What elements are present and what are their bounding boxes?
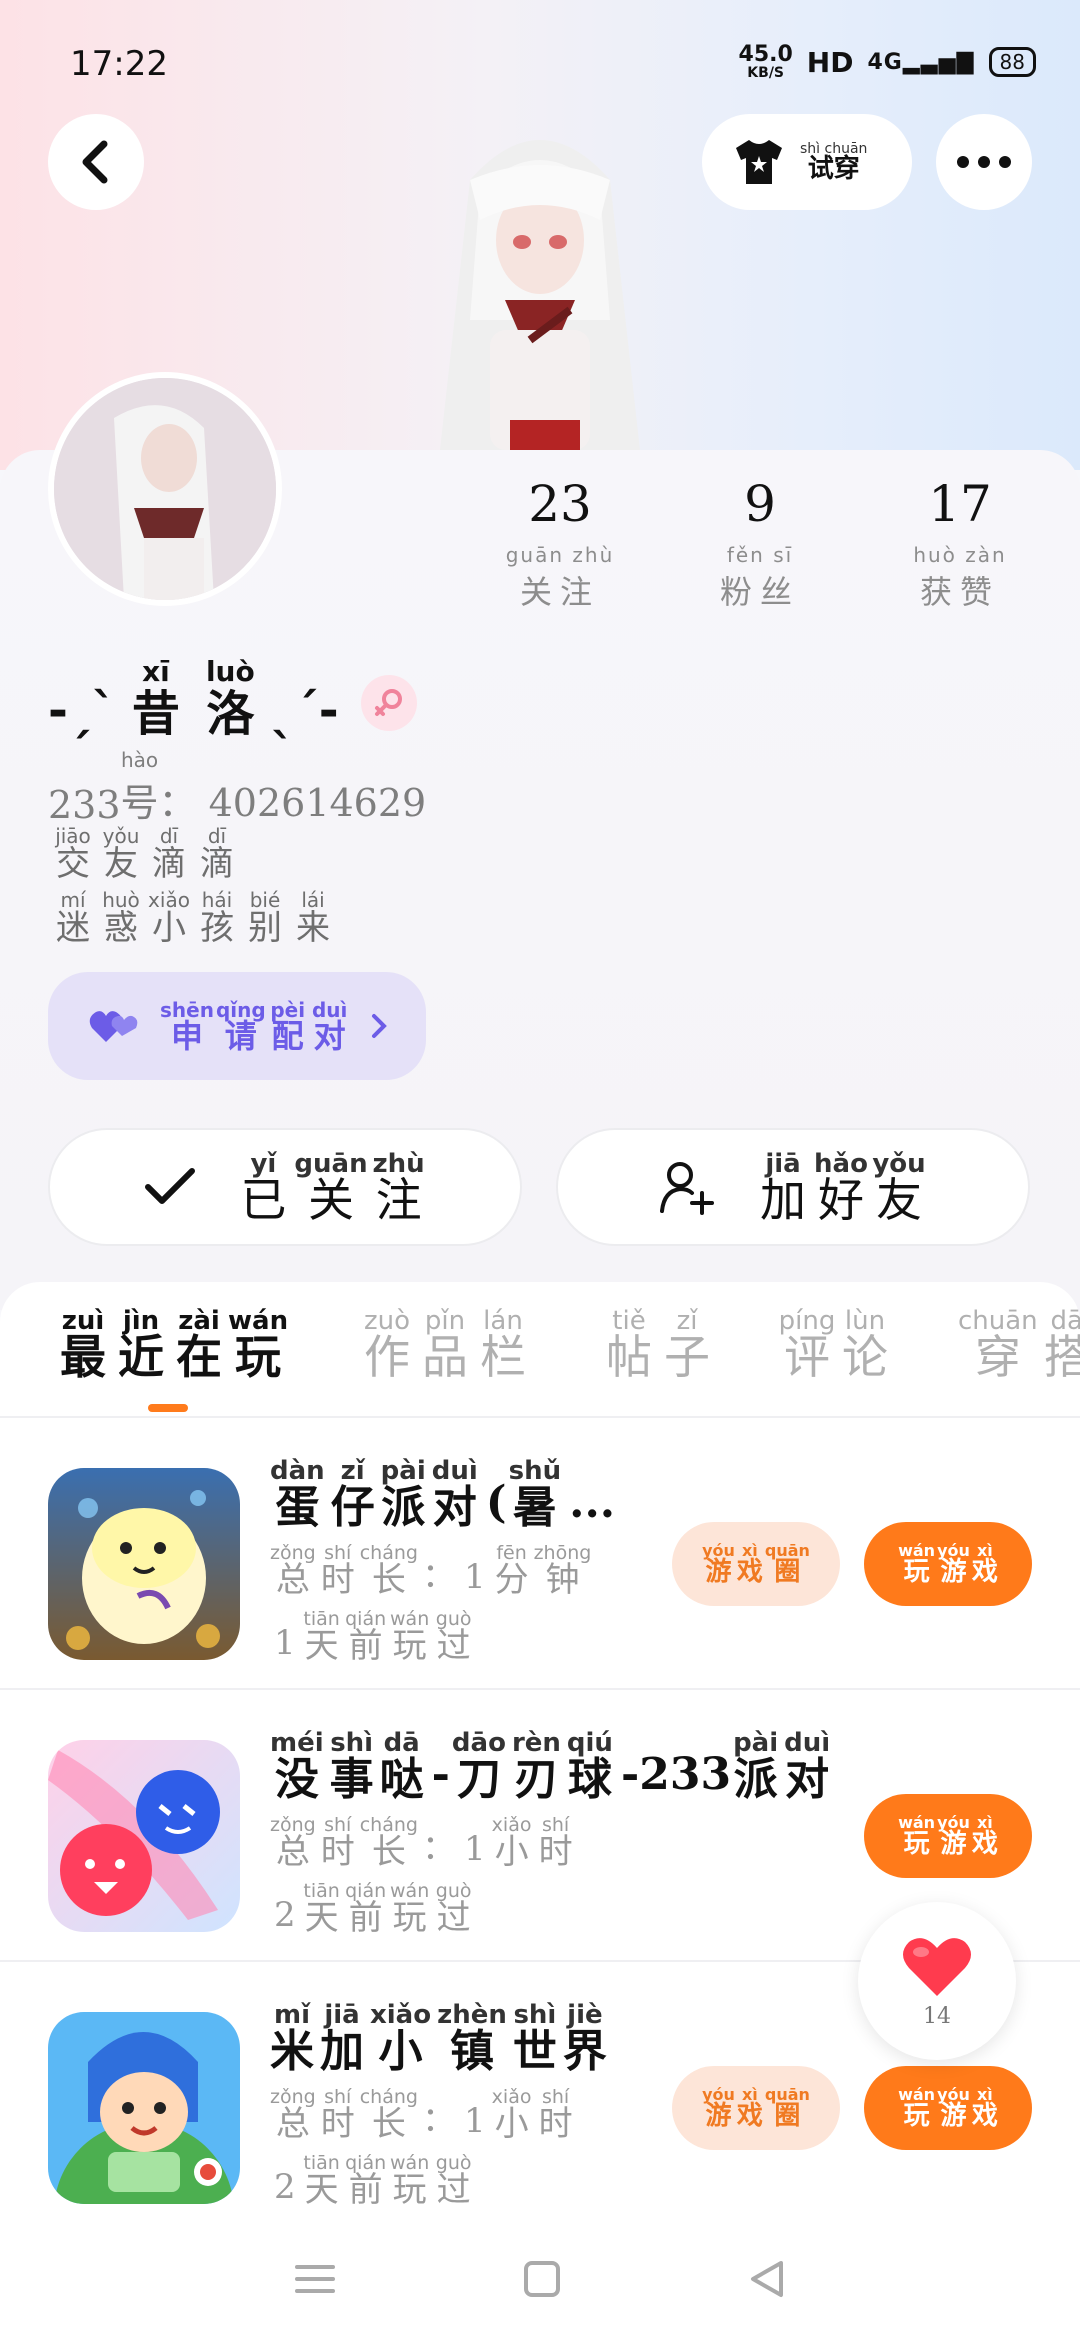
try-on-button[interactable]: shì chuān 试穿 (702, 114, 912, 210)
signal-icon: 4G▂▃▅▇ (867, 49, 975, 75)
followed-label: yǐ 已 guān 关 zhù 注 (240, 1149, 425, 1227)
recent-games-list: dàn 蛋 zǐ 仔 pài 派 duì 对 ( shǔ 暑 ... zǒng 总 shí 时… (0, 1418, 1080, 2218)
profile-stats: 23 guān zhù 关注 9 fěn sī 粉丝 17 huò zàn 获赞 (460, 475, 1060, 613)
stat-followers[interactable]: 9 fěn sī 粉丝 (660, 475, 860, 613)
checkmark-icon (145, 1168, 196, 1204)
menu-icon[interactable] (293, 2261, 337, 2297)
request-pairing-button[interactable]: shēn 申 qǐng 请 pèi 配 duì 对 (48, 972, 426, 1080)
game-circle-button[interactable]: yóu 游 xì 戏 quān 圈 (672, 1522, 840, 1606)
play-game-button[interactable]: wán 玩 yóu 游 xì 戏 (864, 2066, 1032, 2150)
game-title[interactable]: mǐ 米 jiā 加 xiǎo 小 zhèn 镇 shì 世 jiè 界 (270, 2002, 613, 2076)
chevron-left-icon (82, 140, 108, 184)
avatar-image (54, 378, 276, 600)
nickname-char: xī 昔 (131, 655, 180, 742)
status-indicators: 45.0 KB/S HD 4G▂▃▅▇ 88 (739, 44, 1036, 80)
last-played: 2 tiān 天 qián 前 wán 玩 guò 过 (274, 1880, 472, 1938)
character-avatar-3d (440, 140, 640, 460)
like-count: 14 (923, 2003, 951, 2029)
female-gender-icon (360, 674, 417, 731)
tab-recently-playing[interactable]: zuì 最 jìn 近 zài 在 wán 玩 (54, 1308, 288, 1380)
add-friend-label: jiā 加 hǎo 好 yǒu 友 (760, 1149, 926, 1227)
play-game-button[interactable]: wán 玩 yóu 游 xì 戏 (864, 1522, 1032, 1606)
tab-works[interactable]: zuò 作 pǐn 品 lán 栏 (358, 1308, 532, 1380)
nickname-char: luò 洛 (205, 655, 255, 742)
game-circle-button[interactable]: yóu 游 xì 戏 quān 圈 (672, 2066, 840, 2150)
system-navigation-bar (0, 2218, 1080, 2340)
double-heart-icon (89, 1011, 138, 1042)
profile-tabs: zuì 最 jìn 近 zài 在 wán 玩 zuò 作 pǐn 品 lán 栏 tiě 帖 … (0, 1282, 1080, 1418)
stat-likes[interactable]: 17 huò zàn 获赞 (860, 475, 1060, 613)
profile-nickname: -ˏˋ xī 昔 luò 洛 ˎˊ- (48, 655, 417, 741)
stat-following[interactable]: 23 guān zhù 关注 (460, 475, 660, 613)
followed-button[interactable]: yǐ 已 guān 关 zhù 注 (48, 1128, 522, 1246)
last-played: 1 tiān 天 qián 前 wán 玩 guò 过 (274, 1608, 472, 1666)
game-icon-miga-town[interactable] (48, 2012, 240, 2204)
tab-comments[interactable]: píng 评 lùn 论 (778, 1308, 894, 1380)
game-icon-egg-party[interactable] (48, 1468, 240, 1660)
like-button[interactable]: 14 (858, 1902, 1016, 2060)
tshirt-icon (736, 140, 782, 184)
try-on-label: shì chuān 试穿 (800, 141, 868, 184)
add-user-icon (660, 1162, 714, 1215)
game-title[interactable]: méi 没 shì 事 dā 哒 - dāo 刀 rèn 刃 qiú 球 -233 pài 派… (270, 1730, 836, 1804)
total-play-time: zǒng 总 shí 时 cháng 长 ： 1 fēn 分 zhōng 钟 (270, 1542, 592, 1600)
list-item[interactable]: dàn 蛋 zǐ 仔 pài 派 duì 对 ( shǔ 暑 ... zǒng 总 shí 时… (0, 1418, 1080, 1690)
more-options-button[interactable] (936, 114, 1032, 210)
user-id: 233 hào 号 ： 402614629 (48, 748, 427, 827)
game-title[interactable]: dàn 蛋 zǐ 仔 pài 派 duì 对 ( shǔ 暑 ... (270, 1458, 617, 1532)
total-play-time: zǒng 总 shí 时 cháng 长 ： 1 xiǎo 小 shí 时 (270, 1814, 573, 1872)
hd-indicator: HD (806, 45, 854, 79)
profile-avatar[interactable] (48, 372, 282, 606)
active-tab-indicator (148, 1404, 188, 1412)
game-icon-blade-ball[interactable] (48, 1740, 240, 1932)
more-dots-icon (957, 156, 1011, 168)
status-time: 17:22 (70, 44, 168, 84)
tab-outfits[interactable]: chuān 穿 dā 搭 (958, 1308, 1080, 1380)
tab-posts[interactable]: tiě 帖 zǐ 子 (600, 1308, 716, 1380)
battery-icon: 88 (988, 47, 1036, 77)
back-triangle-icon[interactable] (747, 2259, 787, 2299)
chevron-right-icon (371, 1014, 387, 1038)
status-bar: 17:22 45.0 KB/S HD 4G▂▃▅▇ 88 (0, 0, 1080, 130)
last-played: 2 tiān 天 qián 前 wán 玩 guò 过 (274, 2152, 472, 2210)
total-play-time: zǒng 总 shí 时 cháng 长 ： 1 xiǎo 小 shí 时 (270, 2086, 573, 2144)
bio-line-1: jiāo 交 yǒu 友 dī 滴 dī 滴 (55, 824, 234, 884)
play-game-button[interactable]: wán 玩 yóu 游 xì 戏 (864, 1794, 1032, 1878)
bio-line-2: mí 迷 huò 惑 xiǎo 小 hái 孩 bié 别 lái 来 (56, 888, 330, 948)
back-button[interactable] (48, 114, 144, 210)
add-friend-button[interactable]: jiā 加 hǎo 好 yǒu 友 (556, 1128, 1030, 1246)
network-speed: 45.0 KB/S (738, 42, 793, 81)
request-pairing-label: shēn 申 qǐng 请 pèi 配 duì 对 (160, 998, 348, 1055)
home-icon[interactable] (522, 2259, 562, 2299)
heart-icon (903, 1937, 971, 1996)
